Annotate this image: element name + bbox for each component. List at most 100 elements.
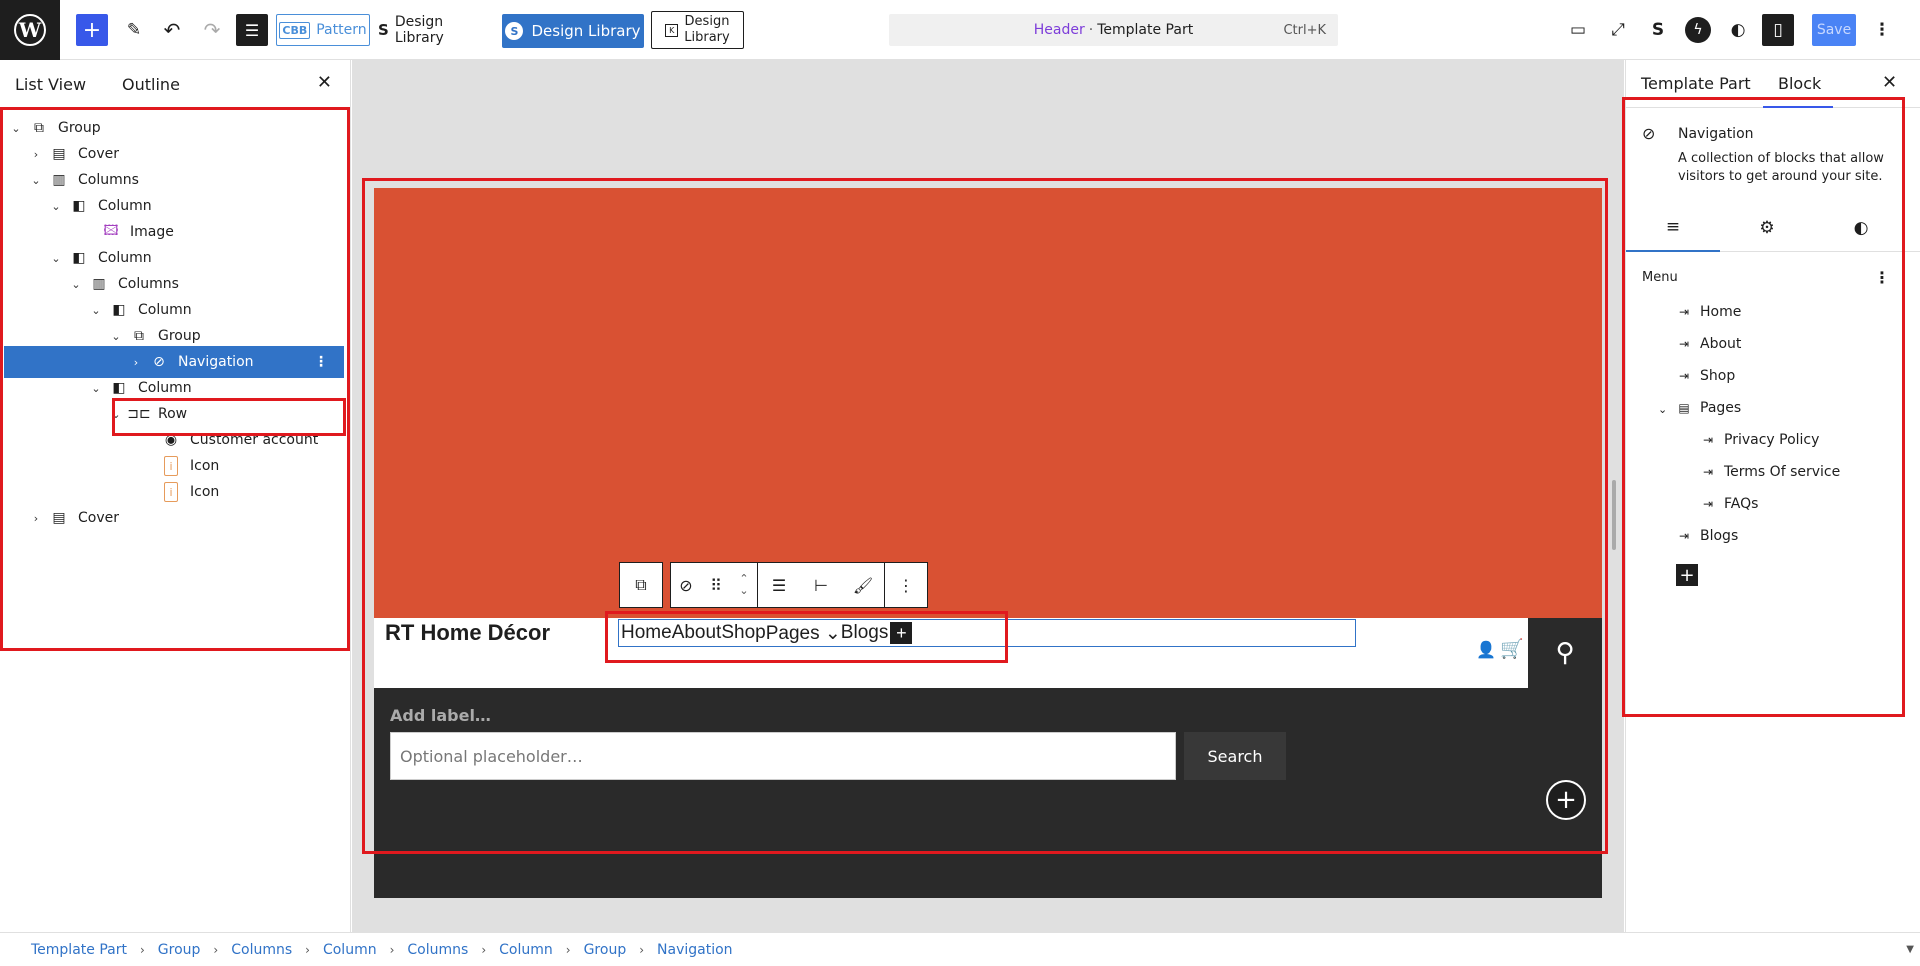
chevron-down-icon[interactable]: ⌄ (88, 382, 104, 395)
row-icon: ⊐⊏ (127, 406, 151, 422)
tree-item-label: Group (58, 120, 101, 136)
chevron-down-icon[interactable]: ⌄ (68, 278, 84, 291)
menu-item-privacy-policy[interactable]: ⇥ Privacy Policy (1700, 432, 1819, 448)
bolt-plugin-button[interactable]: ϟ (1685, 17, 1711, 43)
chevron-down-icon[interactable]: ⌄ (1658, 403, 1667, 416)
menu-item-terms-of-service[interactable]: ⇥ Terms Of service (1700, 464, 1840, 480)
design-library-button[interactable]: S Design Library (378, 14, 492, 46)
tab-settings[interactable]: ⚙ (1720, 204, 1814, 252)
close-icon[interactable]: ✕ (1882, 72, 1897, 93)
chevron-down-icon[interactable]: ⌄ (108, 408, 124, 421)
tab-styles[interactable]: ◐ (1814, 204, 1908, 252)
block-type-button[interactable]: ⊘ (671, 563, 701, 607)
stackable-settings-button[interactable]: S (1642, 14, 1674, 46)
preview-device-button[interactable]: ▭ (1562, 14, 1594, 46)
breadcrumb-template-part[interactable]: Template Part (31, 942, 127, 958)
plus-icon: + (1679, 564, 1695, 586)
tab-outline[interactable]: Outline (122, 75, 180, 94)
design-library-primary-button[interactable]: S Design Library (502, 14, 644, 48)
icon-block-icon: i (164, 456, 178, 476)
tree-item-cover[interactable]: › ▤ Cover (4, 502, 344, 534)
nav-item-home[interactable]: Home (621, 622, 672, 644)
breadcrumb-columns[interactable]: Columns (407, 942, 468, 958)
add-menu-item-button[interactable]: + (1676, 564, 1698, 586)
style-button[interactable]: 🖌 (842, 563, 884, 607)
columns-icon: ▥ (52, 172, 66, 188)
select-parent-button[interactable]: ⧉ (620, 563, 662, 607)
chevron-right-icon[interactable]: › (28, 148, 44, 161)
breadcrumb-columns[interactable]: Columns (231, 942, 292, 958)
chevron-down-icon[interactable]: ⌄ (88, 304, 104, 317)
cover-block[interactable] (374, 188, 1602, 618)
design-library-kadence-button[interactable]: K Design Library (651, 11, 744, 49)
breadcrumb-group[interactable]: Group (158, 942, 201, 958)
append-block-button[interactable]: + (1546, 780, 1586, 820)
align-button[interactable]: ☰ (758, 563, 800, 607)
menu-options-kebab-icon[interactable]: ⋮ (1874, 268, 1890, 287)
undo-button[interactable]: ↶ (156, 14, 188, 46)
stackable-icon: S (378, 21, 389, 39)
move-down-icon[interactable]: ⌄ (739, 585, 748, 597)
half-circle-icon: ◐ (1730, 20, 1746, 40)
chevron-right-icon[interactable]: › (128, 356, 144, 369)
menu-item-about[interactable]: ⇥ About (1676, 336, 1741, 352)
menu-label: Menu (1642, 270, 1678, 285)
cart-icon[interactable]: 🛒 (1500, 637, 1524, 660)
menu-item-blogs[interactable]: ⇥ Blogs (1676, 528, 1738, 544)
navigation-icon: ⊘ (679, 575, 693, 595)
chevron-right-icon[interactable]: › (28, 512, 44, 525)
options-button[interactable]: ⋮ (1866, 14, 1898, 46)
resize-handle[interactable] (1612, 480, 1616, 550)
tab-list-view[interactable]: List View (15, 75, 86, 94)
justify-button[interactable]: ⊢ (800, 563, 842, 607)
menu-item-shop[interactable]: ⇥ Shop (1676, 368, 1735, 384)
wordpress-logo-button[interactable]: W (0, 0, 60, 60)
block-inserter-button[interactable]: + (76, 14, 108, 46)
nav-item-about[interactable]: About (672, 622, 722, 644)
tree-item-label: Columns (78, 172, 139, 188)
wordpress-logo-icon: W (14, 14, 46, 46)
search-button[interactable]: Search (1184, 732, 1286, 780)
nav-item-shop[interactable]: Shop (721, 622, 765, 644)
search-label[interactable]: Add label… (390, 706, 491, 725)
breadcrumb-column[interactable]: Column (499, 942, 553, 958)
cbb-pattern-button[interactable]: CBB Pattern (276, 14, 370, 46)
chevron-down-icon[interactable]: ⌄ (48, 200, 64, 213)
add-nav-item-button[interactable]: + (890, 622, 913, 644)
chevron-down-icon[interactable]: ⌄ (108, 330, 124, 343)
tab-template-part[interactable]: Template Part (1641, 74, 1751, 93)
user-icon[interactable]: 👤 (1476, 640, 1496, 659)
navigation-block[interactable]: Home About Shop Pages ⌄ Blogs + (618, 619, 1356, 647)
site-title[interactable]: RT Home Décor (385, 620, 550, 646)
block-toolbar-parent-group: ⧉ (619, 562, 663, 608)
save-button[interactable]: Save (1812, 14, 1856, 46)
close-icon[interactable]: ✕ (317, 72, 332, 93)
redo-button[interactable]: ↷ (196, 14, 228, 46)
chevron-down-icon[interactable]: ⌄ (8, 122, 24, 135)
command-palette-button[interactable]: Header · Template Part Ctrl+K (889, 14, 1338, 46)
tab-list-view[interactable]: ≡ (1626, 204, 1720, 252)
search-input[interactable]: Optional placeholder… (390, 732, 1176, 780)
header-search-button[interactable]: ⚲ (1528, 618, 1602, 688)
drag-handle[interactable]: ⠿ (701, 563, 731, 607)
desktop-icon: ▭ (1569, 20, 1587, 40)
menu-item-faqs[interactable]: ⇥ FAQs (1700, 496, 1758, 512)
menu-item-pages[interactable]: ▤ Pages (1676, 400, 1741, 416)
chevron-down-icon[interactable]: ⌄ (28, 174, 44, 187)
tools-button[interactable]: ✎ (118, 14, 150, 46)
breadcrumb-column[interactable]: Column (323, 942, 377, 958)
image-icon: 🖾 (103, 223, 119, 239)
menu-item-home[interactable]: ⇥ Home (1676, 304, 1741, 320)
styles-button[interactable]: ◐ (1722, 14, 1754, 46)
document-overview-button[interactable]: ☰ (236, 14, 268, 46)
breadcrumb-group[interactable]: Group (584, 942, 627, 958)
kebab-icon[interactable]: ⋮ (314, 354, 328, 370)
settings-sidebar-button[interactable]: ▯ (1762, 14, 1794, 46)
block-options-button[interactable]: ⋮ (885, 563, 927, 607)
nav-item-blogs[interactable]: Blogs (841, 622, 889, 644)
chevron-down-icon[interactable]: ⌄ (48, 252, 64, 265)
zoom-out-button[interactable]: ⤢ (1602, 14, 1634, 46)
tab-block[interactable]: Block (1778, 74, 1821, 93)
nav-item-pages[interactable]: Pages ⌄ (766, 622, 841, 645)
scroll-down-icon[interactable]: ▼ (1906, 944, 1914, 955)
